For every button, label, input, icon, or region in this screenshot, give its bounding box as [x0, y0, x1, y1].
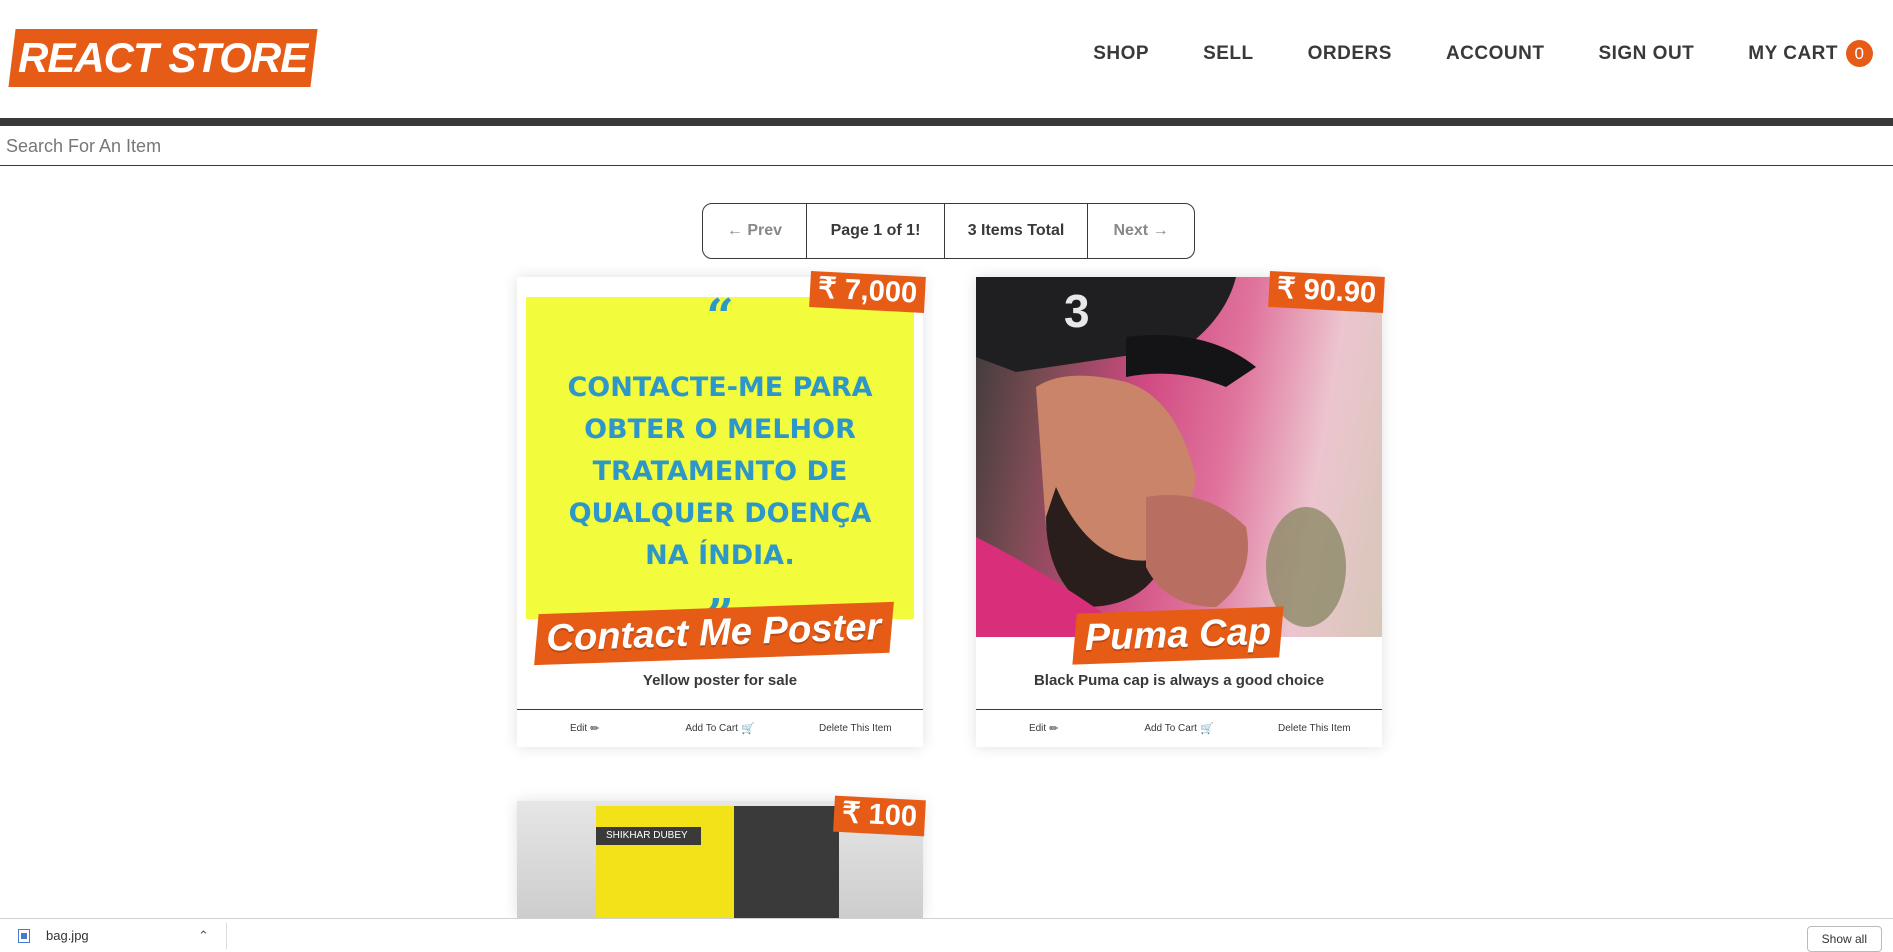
item-title-link[interactable]: Puma Cap	[1072, 606, 1284, 665]
download-file-name: bag.jpg	[46, 928, 89, 943]
edit-label: Edit	[1028, 723, 1047, 734]
item-card: “ CONTACTE-ME PARA OBTER O MELHOR TRATAM…	[517, 271, 926, 747]
pencil-icon: ✏	[1049, 723, 1059, 735]
item-image[interactable]: “ CONTACTE-ME PARA OBTER O MELHOR TRATAM…	[517, 277, 923, 637]
item-card: SHIKHAR DUBEY ₹ 100	[517, 795, 926, 918]
search-bar	[0, 128, 1893, 166]
chevron-up-icon[interactable]: ⌃	[198, 928, 209, 944]
add-to-cart-button[interactable]: Add To Cart 🛒	[652, 710, 787, 747]
nav-orders[interactable]: ORDERS	[1308, 43, 1392, 65]
add-to-cart-label: Add To Cart	[685, 723, 738, 734]
item-actions: Edit ✏ Add To Cart 🛒 Delete This Item	[976, 709, 1382, 747]
nav-account[interactable]: ACCOUNT	[1446, 43, 1545, 65]
search-input[interactable]	[0, 128, 1893, 164]
items-total: 3 Items Total	[945, 204, 1088, 258]
business-card-image: SHIKHAR DUBEY	[596, 806, 839, 918]
add-to-cart-button[interactable]: Add To Cart 🛒	[1111, 710, 1246, 747]
nav-sign-out[interactable]: SIGN OUT	[1598, 43, 1694, 65]
card-dark-panel	[734, 806, 839, 918]
edit-label: Edit	[569, 723, 588, 734]
cart-count-badge: 0	[1846, 40, 1873, 67]
pagination: ← Prev Page 1 of 1! 3 Items Total Next →	[702, 203, 1195, 259]
pencil-icon: ✏	[590, 723, 600, 735]
prev-page-link[interactable]: ← Prev	[703, 204, 807, 258]
edit-item-button[interactable]: Edit ✏	[976, 710, 1111, 747]
business-card-name: SHIKHAR DUBEY	[596, 827, 701, 845]
item-price-tag: ₹ 90.90	[1268, 271, 1385, 313]
item-actions: Edit ✏ Add To Cart 🛒 Delete This Item	[517, 709, 923, 747]
nav-sell[interactable]: SELL	[1203, 43, 1254, 65]
add-to-cart-label: Add To Cart	[1144, 723, 1197, 734]
item-title: Puma Cap	[1083, 610, 1272, 660]
header-divider	[0, 118, 1893, 126]
poster-background: “ CONTACTE-ME PARA OBTER O MELHOR TRATAM…	[526, 293, 914, 637]
cart-icon: 🛒	[1199, 723, 1214, 735]
item-price-tag: ₹ 100	[833, 795, 926, 837]
cart-label: MY CART	[1748, 42, 1838, 64]
nav-shop[interactable]: SHOP	[1093, 43, 1149, 65]
delete-item-button[interactable]: Delete This Item	[1247, 710, 1382, 747]
nav-my-cart[interactable]: MY CART 0	[1748, 40, 1873, 67]
item-image[interactable]: 3	[976, 277, 1382, 637]
main-nav: SHOP SELL ORDERS ACCOUNT SIGN OUT MY CAR…	[1093, 40, 1873, 67]
download-item[interactable]: bag.jpg	[18, 928, 89, 943]
image-file-icon	[18, 928, 30, 943]
download-bar: bag.jpg ⌃ Show all	[0, 918, 1893, 952]
item-title: Contact Me Poster	[545, 606, 882, 660]
cart-icon: 🛒	[740, 723, 755, 735]
store-logo[interactable]: REACT STORE	[8, 29, 318, 87]
item-card: 3 ₹ 90.90 Puma Cap Black Puma cap is alw…	[976, 271, 1385, 747]
item-description: Black Puma cap is always a good choice	[1033, 672, 1325, 689]
item-description: Yellow poster for sale	[642, 672, 798, 689]
edit-item-button[interactable]: Edit ✏	[517, 710, 652, 747]
download-separator	[226, 923, 227, 949]
item-price-tag: ₹ 7,000	[809, 271, 926, 313]
svg-text:3: 3	[1064, 285, 1090, 337]
poster-image-text: CONTACTE-ME PARA OBTER O MELHOR TRATAMEN…	[567, 372, 873, 571]
page-indicator: Page 1 of 1!	[807, 204, 945, 258]
next-page-link[interactable]: Next →	[1088, 204, 1194, 258]
puma-cap-photo: 3	[976, 277, 1346, 637]
store-logo-text: REACT STORE	[18, 34, 308, 81]
delete-item-button[interactable]: Delete This Item	[788, 710, 923, 747]
show-all-button[interactable]: Show all	[1806, 926, 1882, 952]
site-header: REACT STORE SHOP SELL ORDERS ACCOUNT SIG…	[0, 0, 1893, 118]
